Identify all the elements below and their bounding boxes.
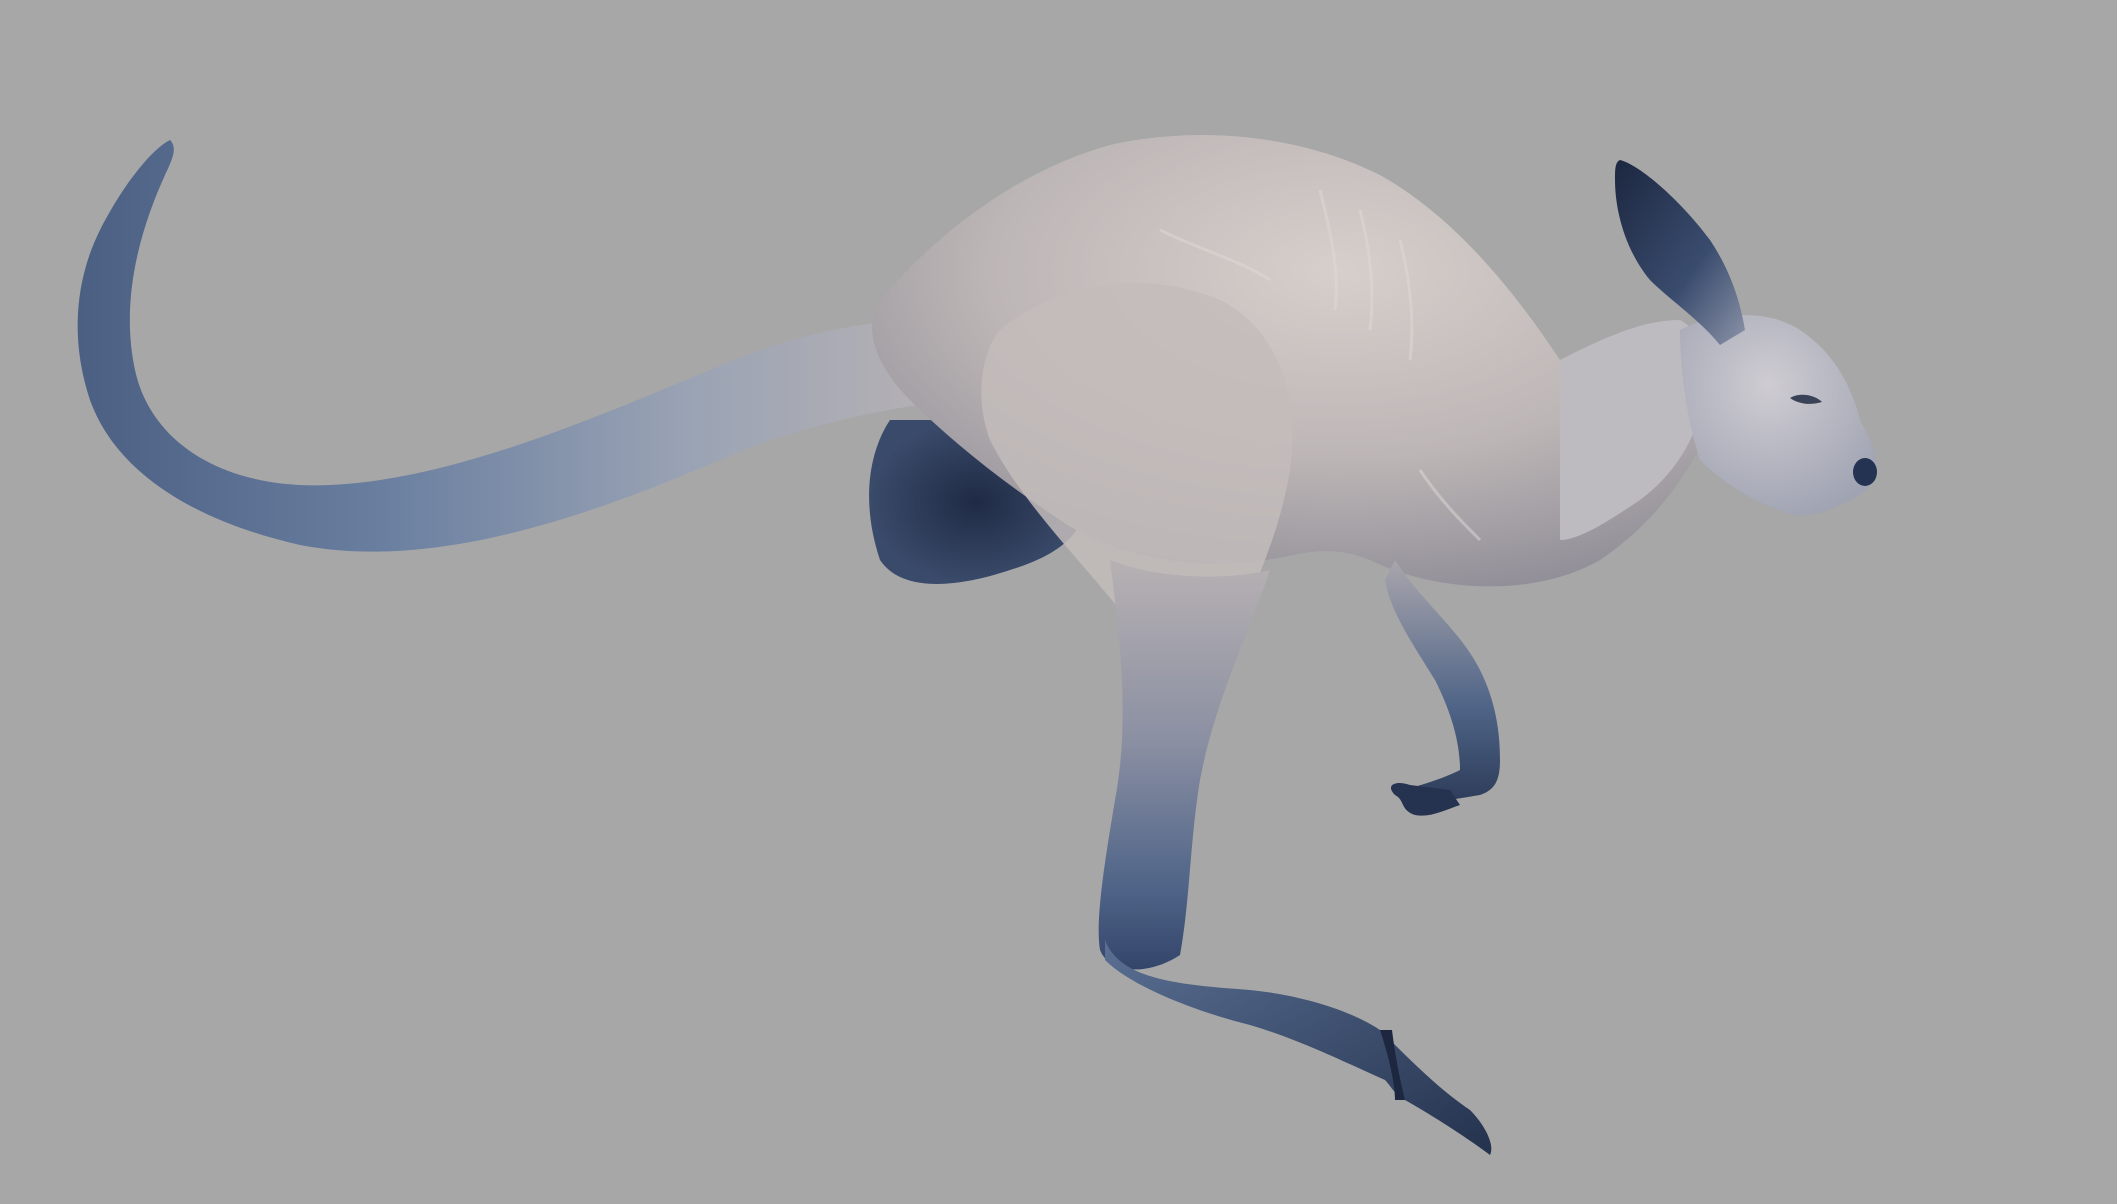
kangaroo-nose bbox=[1853, 458, 1877, 486]
kangaroo-forearm bbox=[1385, 560, 1500, 805]
sculpt-viewport[interactable] bbox=[0, 0, 2117, 1204]
kangaroo-head bbox=[1680, 315, 1877, 516]
kangaroo-ear bbox=[1615, 160, 1745, 345]
kangaroo-tail bbox=[77, 140, 950, 552]
kangaroo-sculpt-render bbox=[77, 135, 1877, 1155]
near-hind-foot bbox=[1105, 940, 1492, 1155]
near-hind-leg bbox=[1098, 560, 1270, 970]
